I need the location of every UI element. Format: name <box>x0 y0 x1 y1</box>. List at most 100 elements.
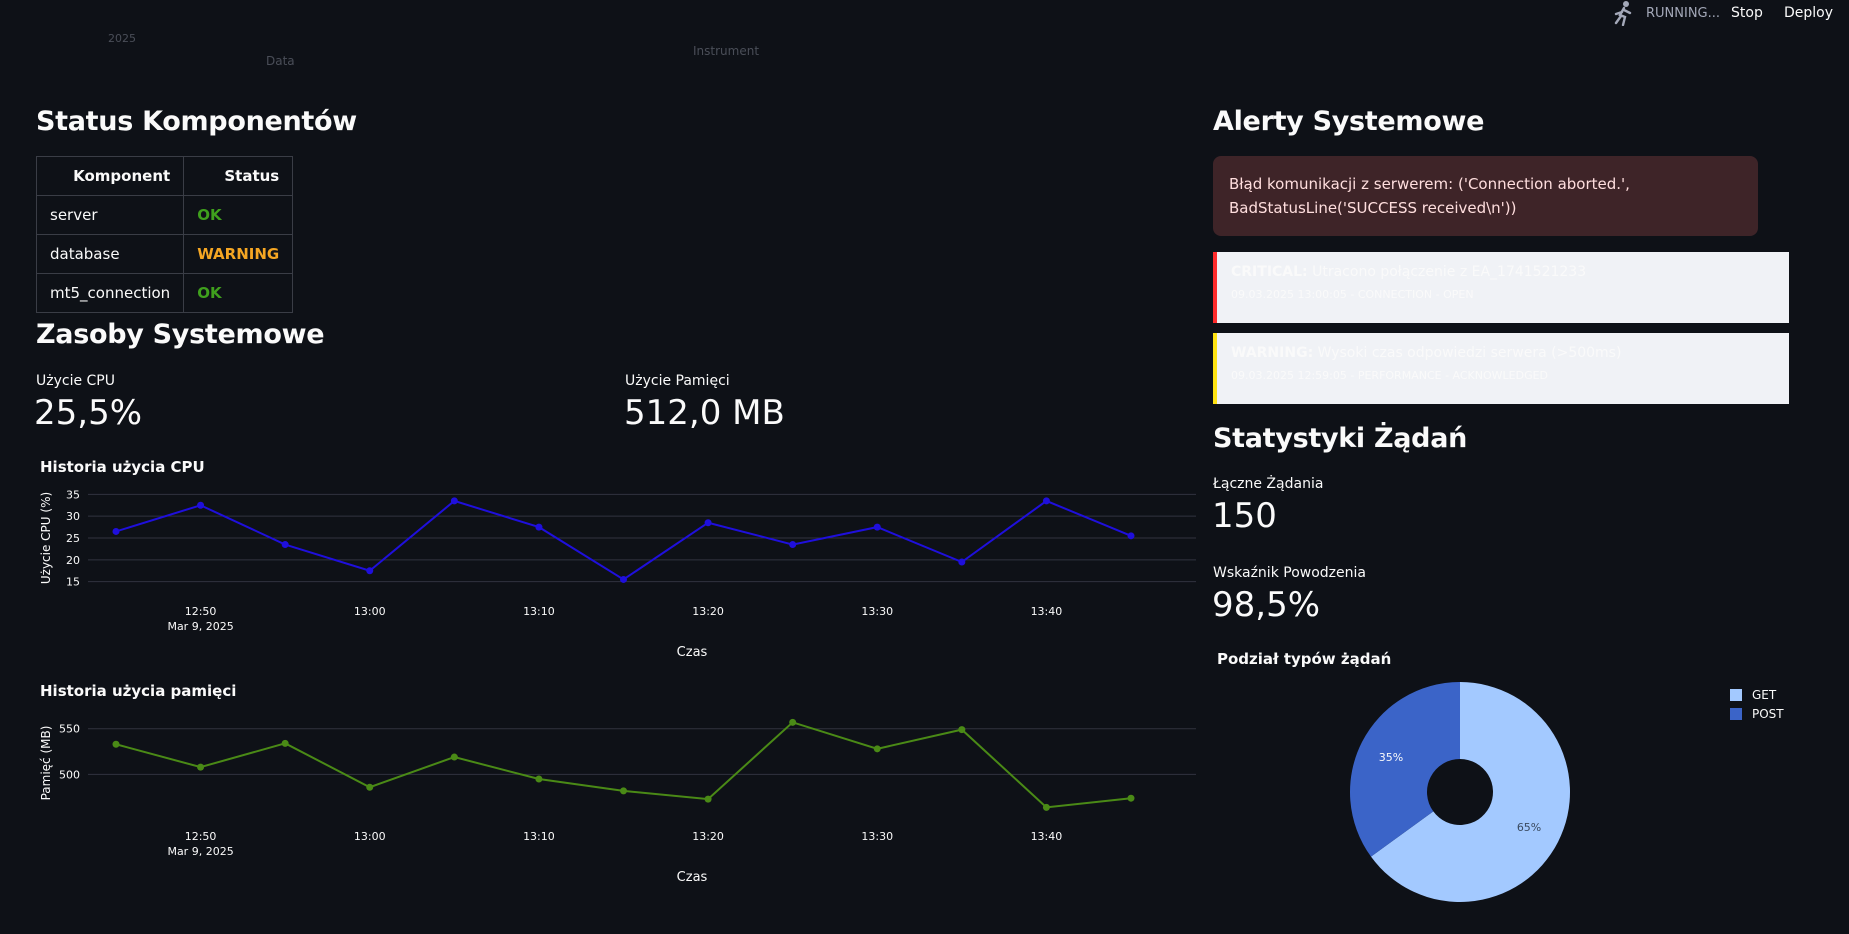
data-point <box>535 523 543 531</box>
legend-swatch <box>1730 689 1742 701</box>
alert-level: WARNING: <box>1231 345 1314 361</box>
x-tick-label: 13:20 <box>692 830 724 843</box>
data-point <box>958 726 966 734</box>
memory-metric-value: 512,0 MB <box>624 393 785 433</box>
data-point <box>450 497 458 505</box>
pie-chart-title: Podział typów żądań <box>1217 650 1392 668</box>
alert-message: Utracono połączenie z EA_1741521233 <box>1312 264 1587 280</box>
x-axis-label: Czas <box>677 870 708 885</box>
data-point <box>112 527 120 535</box>
stop-button[interactable]: Stop <box>1731 5 1763 21</box>
data-point <box>366 567 374 575</box>
components-table: Komponent Status server OK database WARN… <box>35 156 294 313</box>
table-row: database WARNING <box>35 234 294 274</box>
warning-alert: WARNING: Wysoki czas odpowiedzi serwera … <box>1213 333 1789 404</box>
data-point <box>197 501 205 509</box>
error-alert-text: Błąd komunikacji z serwerem: ('Connectio… <box>1229 175 1630 217</box>
critical-alert: CRITICAL: Utracono połączenie z EA_17415… <box>1213 252 1789 323</box>
y-tick-label: 550 <box>59 723 80 736</box>
x-tick-label: 12:50 <box>185 605 217 618</box>
data-point <box>1127 532 1135 540</box>
x-tick-sublabel: Mar 9, 2025 <box>167 845 233 858</box>
component-name: server <box>35 195 185 235</box>
x-tick-label: 13:40 <box>1031 830 1063 843</box>
x-axis-label: Czas <box>677 645 708 660</box>
error-alert: Błąd komunikacji z serwerem: ('Connectio… <box>1213 156 1758 236</box>
component-status: OK <box>183 195 294 235</box>
component-name: mt5_connection <box>35 273 185 313</box>
data-point <box>1127 794 1135 802</box>
alert-level: CRITICAL: <box>1231 264 1308 280</box>
data-point <box>873 745 881 753</box>
table-row: server OK <box>35 195 294 235</box>
y-tick-label: 20 <box>66 554 80 567</box>
total-requests-value: 150 <box>1212 496 1277 536</box>
table-header-component: Komponent <box>35 156 185 196</box>
alerts-title: Alerty Systemowe <box>1213 106 1485 137</box>
data-point <box>704 519 712 527</box>
x-tick-label: 13:00 <box>354 605 386 618</box>
x-tick-label: 12:50 <box>185 830 217 843</box>
cpu-metric-value: 25,5% <box>34 393 143 433</box>
x-tick-label: 13:30 <box>861 830 893 843</box>
data-point <box>1042 803 1050 811</box>
deploy-button[interactable]: Deploy <box>1784 5 1833 21</box>
y-tick-label: 25 <box>66 532 80 545</box>
data-point <box>620 575 627 583</box>
legend-swatch <box>1730 708 1742 720</box>
x-tick-label: 13:30 <box>861 605 893 618</box>
alert-meta: 09.03.2025 13:00:05 - CONNECTION - OPEN <box>1231 288 1474 301</box>
y-tick-label: 30 <box>66 510 80 523</box>
ghost-data-label: Data <box>266 54 295 68</box>
success-rate-value: 98,5% <box>1212 585 1321 625</box>
data-point <box>281 739 289 747</box>
component-name: database <box>35 234 185 274</box>
ghost-year: 2025 <box>108 32 136 45</box>
memory-metric-label: Użycie Pamięci <box>625 373 730 389</box>
resources-title: Zasoby Systemowe <box>36 319 325 350</box>
data-point <box>704 795 712 803</box>
table-header-status: Status <box>183 156 294 196</box>
data-point <box>873 523 881 531</box>
data-point <box>620 787 627 795</box>
x-tick-label: 13:10 <box>523 830 555 843</box>
components-title: Status Komponentów <box>36 106 357 137</box>
data-point <box>112 740 120 748</box>
running-status: RUNNING... <box>1646 6 1721 21</box>
component-status: WARNING <box>183 234 294 274</box>
y-tick-label: 35 <box>66 488 80 501</box>
requests-title: Statystyki Żądań <box>1213 423 1468 454</box>
success-rate-label: Wskaźnik Powodzenia <box>1213 565 1366 581</box>
y-axis-label: Pamięć (MB) <box>39 726 53 801</box>
series-line <box>115 499 1132 581</box>
data-point <box>197 763 205 771</box>
data-point <box>366 783 374 791</box>
series-line <box>115 721 1132 809</box>
y-tick-label: 500 <box>59 768 80 781</box>
data-point <box>789 718 797 726</box>
legend-label: GET <box>1752 688 1777 702</box>
legend-label: POST <box>1752 707 1784 721</box>
pie-slice-label: 65% <box>1517 821 1541 834</box>
x-tick-label: 13:20 <box>692 605 724 618</box>
x-tick-label: 13:10 <box>523 605 555 618</box>
x-tick-label: 13:40 <box>1031 605 1063 618</box>
x-tick-sublabel: Mar 9, 2025 <box>167 620 233 633</box>
data-point <box>535 775 543 783</box>
legend-item-post[interactable]: POST <box>1730 707 1784 721</box>
running-icon <box>1614 1 1632 26</box>
legend-item-get[interactable]: GET <box>1730 688 1776 702</box>
data-point <box>789 541 797 549</box>
ghost-instrument-label: Instrument <box>693 44 760 58</box>
y-axis-label: Użycie CPU (%) <box>39 492 53 584</box>
cpu-metric-label: Użycie CPU <box>36 373 115 389</box>
data-point <box>1042 497 1050 505</box>
x-tick-label: 13:00 <box>354 830 386 843</box>
data-point <box>958 558 966 566</box>
alert-meta: 09.03.2025 12:59:05 - PERFORMANCE - ACKN… <box>1231 369 1549 382</box>
total-requests-label: Łączne Żądania <box>1213 476 1324 492</box>
data-point <box>450 753 458 761</box>
data-point <box>281 541 289 549</box>
y-tick-label: 15 <box>66 576 80 589</box>
memory-history-chart: 500 550 Pamięć (MB) 12:50 Mar 9, 2025 13:00 13… <box>39 718 1196 885</box>
